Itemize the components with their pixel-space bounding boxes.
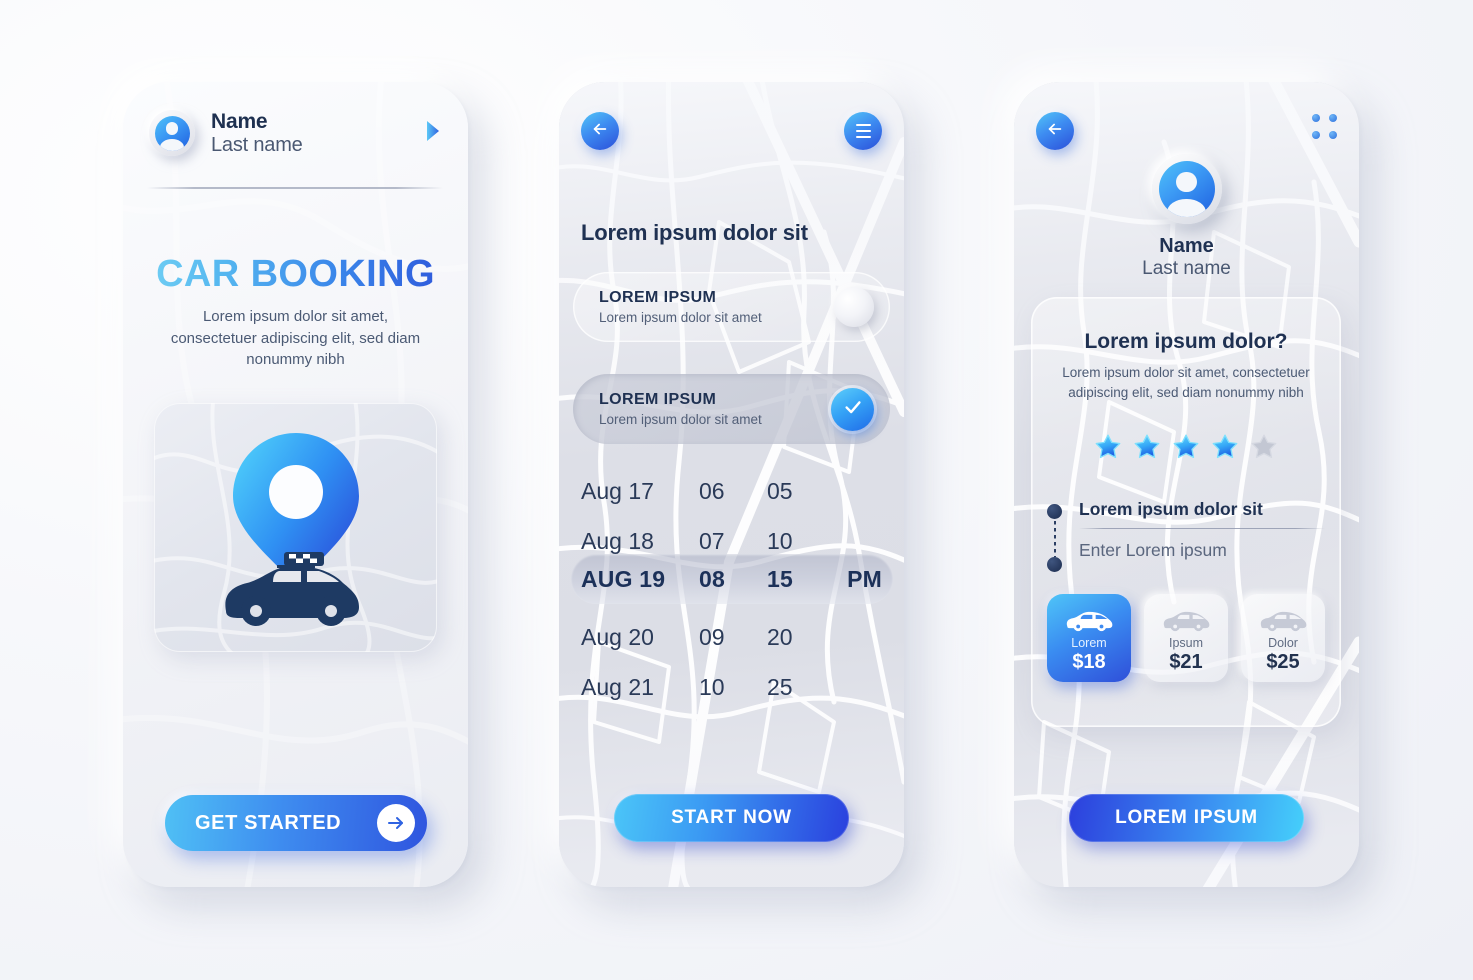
phone-screen-driver-profile: Name Last name Lorem ipsum dolor? Lorem … (1014, 82, 1359, 887)
back-button-screen2[interactable] (581, 112, 619, 150)
option-1-title: LOREM IPSUM (599, 288, 717, 306)
origin-dot-icon (1047, 504, 1062, 519)
lorem-ipsum-label: LOREM IPSUM (1115, 807, 1258, 828)
user-avatar-icon (1151, 154, 1222, 224)
star-icon-filled[interactable] (1093, 432, 1123, 461)
car-option-1[interactable]: Lorem $18 (1047, 594, 1131, 682)
car-option-3[interactable]: Dolor $25 (1241, 594, 1325, 682)
car-icon (1260, 611, 1307, 632)
driver-name: Name (1159, 235, 1214, 257)
arrow-right-icon (377, 804, 415, 842)
arrow-left-icon (1046, 120, 1064, 143)
chevron-right-icon[interactable] (424, 119, 442, 148)
car-class-options[interactable]: Lorem $18 Ipsum $21 Dolor $25 (1047, 594, 1325, 682)
start-now-label: START NOW (671, 807, 792, 828)
screen2-title: Lorem ipsum dolor sit (581, 220, 808, 245)
option-1-text: LOREM IPSUM Lorem ipsum dolor sit amet (599, 288, 762, 327)
picker-minute: 05 (767, 477, 793, 504)
star-icon-filled[interactable] (1132, 432, 1162, 461)
header-divider (147, 187, 443, 189)
car-option-2-price: $21 (1169, 651, 1203, 673)
picker-ampm-selected: PM (847, 565, 882, 592)
profile-last-name: Last name (211, 133, 303, 156)
option-row-2[interactable]: LOREM IPSUM Lorem ipsum dolor sit amet (573, 374, 890, 444)
option-1-subtitle: Lorem ipsum dolor sit amet (599, 310, 762, 326)
picker-hour: 10 (699, 673, 725, 700)
profile-names: Name Last name (211, 110, 303, 156)
route-divider (1079, 528, 1325, 530)
picker-hour: 09 (699, 623, 725, 650)
menu-button[interactable] (844, 112, 882, 150)
picker-minute: 25 (767, 673, 793, 700)
picker-hour-selected: 08 (699, 565, 725, 592)
car-option-1-price: $18 (1072, 651, 1106, 673)
card-description: Lorem ipsum dolor sit amet, consectetuer… (1062, 365, 1310, 400)
page-subtitle: Lorem ipsum dolor sit amet, consectetuer… (170, 308, 421, 369)
get-started-label: GET STARTED (195, 811, 342, 834)
car-option-2-name: Ipsum (1168, 636, 1204, 650)
picker-minute: 20 (767, 623, 793, 650)
option-2-text: LOREM IPSUM Lorem ipsum dolor sit amet (599, 390, 762, 429)
card-question: Lorem ipsum dolor? (1084, 330, 1288, 353)
profile-name: Name (211, 110, 268, 134)
car-icon (1163, 611, 1210, 632)
picker-date: Aug 20 (581, 623, 654, 650)
taxi-car-icon (224, 552, 359, 626)
option-2-subtitle: Lorem ipsum dolor sit amet (599, 412, 762, 428)
illustration-map-card (154, 403, 437, 652)
start-now-button[interactable]: START NOW (614, 794, 849, 842)
picker-row[interactable]: Aug 17 06 05 (559, 466, 904, 516)
hamburger-menu-icon (855, 123, 871, 139)
phone-screen-onboarding: Name Last name CAR BOOKING Lorem ipsum d… (123, 82, 468, 887)
car-option-3-price: $25 (1266, 651, 1300, 673)
rating-stars[interactable] (1031, 432, 1341, 461)
picker-minute-selected: 15 (767, 565, 793, 592)
option-row-1[interactable]: LOREM IPSUM Lorem ipsum dolor sit amet (573, 272, 890, 342)
arrow-left-icon (591, 120, 609, 143)
picker-hour: 06 (699, 477, 725, 504)
car-option-1-name: Lorem (1071, 636, 1107, 650)
option-2-title: LOREM IPSUM (599, 390, 717, 408)
route-dashed-line (1053, 521, 1056, 557)
toggle-knob-on[interactable] (831, 387, 874, 431)
illustration-art (154, 403, 437, 652)
toggle-knob-off[interactable] (834, 287, 874, 327)
get-started-button[interactable]: GET STARTED (165, 795, 427, 851)
destination-dot-icon (1047, 557, 1062, 572)
back-button-screen3[interactable] (1036, 112, 1074, 150)
car-icon (1066, 611, 1113, 632)
user-avatar-icon (149, 110, 195, 156)
car-option-2[interactable]: Ipsum $21 (1144, 594, 1228, 682)
picker-row[interactable]: Aug 21 10 25 (559, 662, 904, 712)
page-title: CAR BOOKING (123, 253, 468, 296)
grid-dots-icon[interactable] (1312, 114, 1337, 139)
star-icon-empty[interactable] (1249, 432, 1279, 461)
picker-date: Aug 18 (581, 527, 654, 554)
rating-booking-card: Lorem ipsum dolor? Lorem ipsum dolor sit… (1031, 297, 1341, 727)
check-icon (842, 396, 864, 423)
lorem-ipsum-button[interactable]: LOREM IPSUM (1069, 794, 1304, 842)
star-icon-filled[interactable] (1210, 432, 1240, 461)
profile-header[interactable]: Name Last name (123, 110, 468, 156)
route-rail (1047, 504, 1062, 572)
phone-screen-booking-options: Lorem ipsum dolor sit LOREM IPSUM Lorem … (559, 82, 904, 887)
picker-row-selected[interactable]: AUG 19 08 15 PM (559, 554, 904, 604)
picker-hour: 07 (699, 527, 725, 554)
picker-date: Aug 17 (581, 477, 654, 504)
picker-row[interactable]: Aug 20 09 20 (559, 612, 904, 662)
picker-date-selected: AUG 19 (581, 565, 666, 592)
picker-minute: 10 (767, 527, 793, 554)
star-icon-filled[interactable] (1171, 432, 1201, 461)
car-option-3-name: Dolor (1268, 636, 1298, 650)
driver-last-name: Last name (1142, 258, 1231, 279)
datetime-picker[interactable]: Aug 17 06 05 Aug 18 07 10 AUG 19 08 15 P… (559, 462, 904, 712)
picker-date: Aug 21 (581, 673, 654, 700)
origin-value[interactable]: Lorem ipsum dolor sit (1079, 499, 1263, 520)
destination-input[interactable]: Enter Lorem ipsum (1079, 540, 1227, 561)
